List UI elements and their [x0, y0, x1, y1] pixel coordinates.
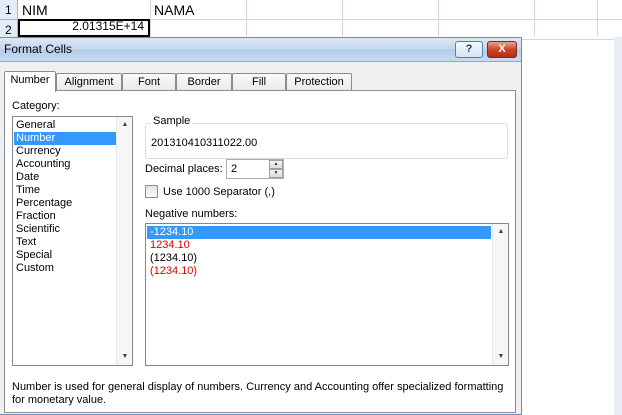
tab-protection[interactable]: Protection: [286, 73, 352, 91]
cell-b1[interactable]: NAMA: [154, 0, 194, 20]
scroll-up-icon[interactable]: ▲: [493, 224, 509, 240]
category-item-date[interactable]: Date: [14, 171, 116, 184]
decimal-places-value: 2: [231, 163, 238, 175]
stepper-buttons: ▲ ▼: [269, 160, 283, 178]
column-gridline: [534, 0, 535, 36]
scroll-up-icon[interactable]: ▲: [117, 117, 133, 133]
category-item-general[interactable]: General: [14, 119, 116, 132]
negative-numbers-scrollbar[interactable]: ▲ ▼: [492, 224, 508, 365]
negative-option[interactable]: 1234.10: [147, 239, 491, 252]
tab-alignment[interactable]: Alignment: [56, 73, 122, 91]
scroll-down-icon[interactable]: ▼: [493, 349, 509, 365]
category-list[interactable]: General Number Currency Accounting Date …: [12, 116, 133, 366]
category-item-currency[interactable]: Currency: [14, 145, 116, 158]
help-button[interactable]: ?: [455, 41, 483, 58]
negative-option[interactable]: (1234.10): [147, 265, 491, 278]
category-scrollbar[interactable]: ▲ ▼: [116, 117, 132, 365]
tab-font[interactable]: Font: [122, 73, 176, 91]
use-separator-label: Use 1000 Separator (,): [163, 186, 275, 198]
cell-a2-selected[interactable]: 2.01315E+14: [18, 19, 150, 37]
negative-option[interactable]: -1234.10: [147, 226, 491, 239]
tab-border[interactable]: Border: [176, 73, 232, 91]
column-gridline: [150, 0, 151, 36]
dialog-titlebar[interactable]: Format Cells ? X: [0, 38, 521, 62]
number-tab-panel: Category: General Number Currency Accoun…: [4, 90, 516, 413]
category-item-special[interactable]: Special: [14, 249, 116, 262]
column-gridline: [246, 0, 247, 36]
category-item-text[interactable]: Text: [14, 236, 116, 249]
category-item-scientific[interactable]: Scientific: [14, 223, 116, 236]
tab-number[interactable]: Number: [4, 71, 56, 92]
dialog-title: Format Cells: [4, 42, 73, 56]
stepper-up-icon[interactable]: ▲: [269, 160, 283, 169]
tab-fill[interactable]: Fill: [232, 73, 286, 91]
stepper-down-icon[interactable]: ▼: [269, 169, 283, 178]
close-button[interactable]: X: [487, 41, 517, 58]
sample-label: Sample: [151, 115, 193, 127]
negative-numbers-list[interactable]: -1234.10 1234.10 (1234.10) (1234.10) ▲ ▼: [145, 223, 509, 366]
column-gridline: [597, 0, 598, 36]
category-label: Category:: [12, 100, 60, 112]
cell-a2-value: 2.01315E+14: [72, 19, 144, 33]
category-description: Number is used for general display of nu…: [12, 381, 504, 406]
sheet-row-1: 1 NIM NAMA: [0, 0, 622, 20]
close-icon: X: [498, 43, 506, 55]
category-item-accounting[interactable]: Accounting: [14, 158, 116, 171]
negative-option[interactable]: (1234.10): [147, 252, 491, 265]
category-item-number[interactable]: Number: [14, 132, 116, 145]
column-gridline: [438, 0, 439, 36]
sample-value: 201310410311022.00: [151, 137, 258, 149]
cell-a1[interactable]: NIM: [22, 0, 48, 20]
row-header-1[interactable]: 1: [0, 0, 18, 20]
category-item-custom[interactable]: Custom: [14, 262, 116, 275]
column-gridline: [342, 0, 343, 36]
decimal-places-stepper[interactable]: 2 ▲ ▼: [226, 159, 284, 179]
scroll-down-icon[interactable]: ▼: [117, 349, 133, 365]
category-item-fraction[interactable]: Fraction: [14, 210, 116, 223]
category-item-time[interactable]: Time: [14, 184, 116, 197]
format-cells-dialog: Format Cells ? X Number Alignment Font B…: [0, 37, 522, 415]
negative-numbers-label: Negative numbers:: [145, 208, 238, 220]
sheet-scrollbar[interactable]: [614, 37, 622, 415]
decimal-places-label: Decimal places:: [145, 163, 223, 175]
category-item-percentage[interactable]: Percentage: [14, 197, 116, 210]
use-separator-checkbox[interactable]: [145, 185, 158, 198]
